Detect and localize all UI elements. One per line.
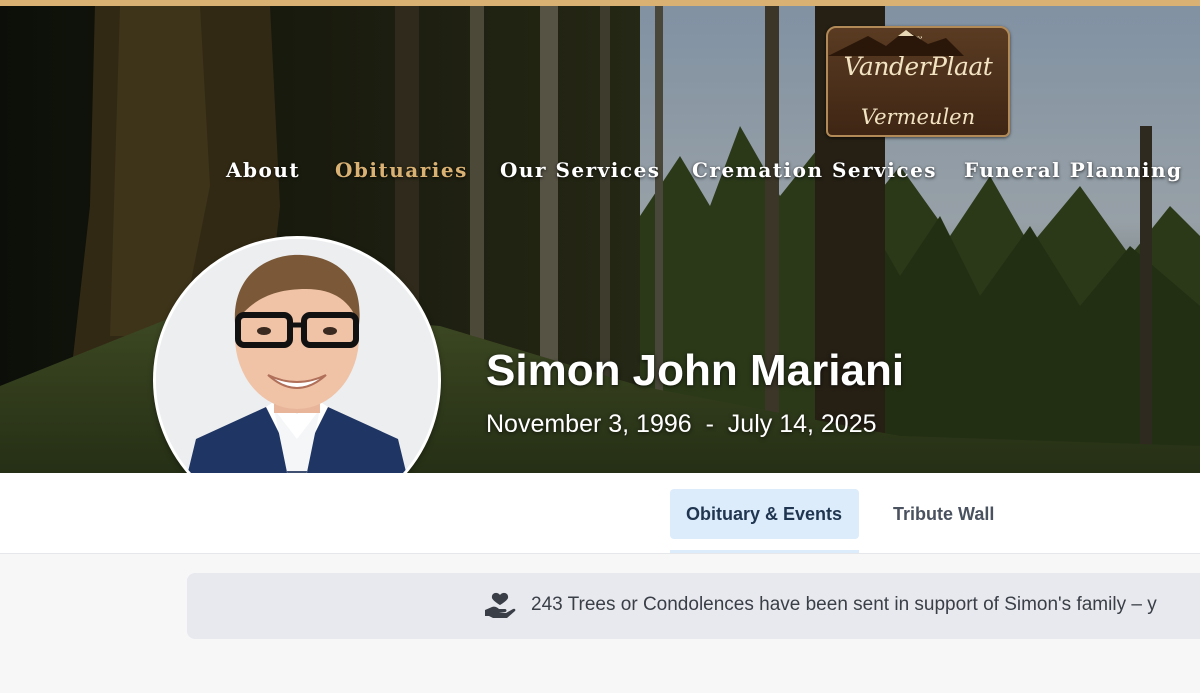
logo-text-line1: VanderPlaat (843, 52, 993, 81)
logo-text-line2: Vermeulen (860, 105, 976, 129)
condolence-count-text: 243 Trees or Condolences have been sent … (531, 594, 1157, 615)
hand-heart-icon (485, 592, 516, 618)
deceased-name: Simon John Mariani (486, 346, 905, 395)
funeral-home-logo[interactable]: ❦ VanderPlaat Vermeulen (826, 26, 1010, 137)
life-dates: November 3, 1996 - July 14, 2025 (486, 410, 877, 438)
condolence-banner[interactable]: 243 Trees or Condolences have been sent … (187, 573, 1200, 639)
nav-item-about[interactable]: About (226, 158, 300, 182)
obituary-tab-bar: Obituary & Events Tribute Wall (0, 473, 1200, 554)
active-tab-underline (670, 550, 859, 553)
tab-obituary-events[interactable]: Obituary & Events (670, 489, 859, 539)
nav-item-cremation-services[interactable]: Cremation Services (692, 158, 937, 182)
nav-item-funeral-planning[interactable]: Funeral Planning (964, 158, 1183, 182)
mountain-icon (828, 30, 964, 56)
nav-item-our-services[interactable]: Our Services (500, 158, 661, 182)
main-navigation: About Obituaries Our Services Cremation … (0, 158, 1200, 184)
nav-item-obituaries[interactable]: Obituaries (335, 158, 468, 182)
tab-tribute-wall[interactable]: Tribute Wall (877, 489, 1010, 539)
